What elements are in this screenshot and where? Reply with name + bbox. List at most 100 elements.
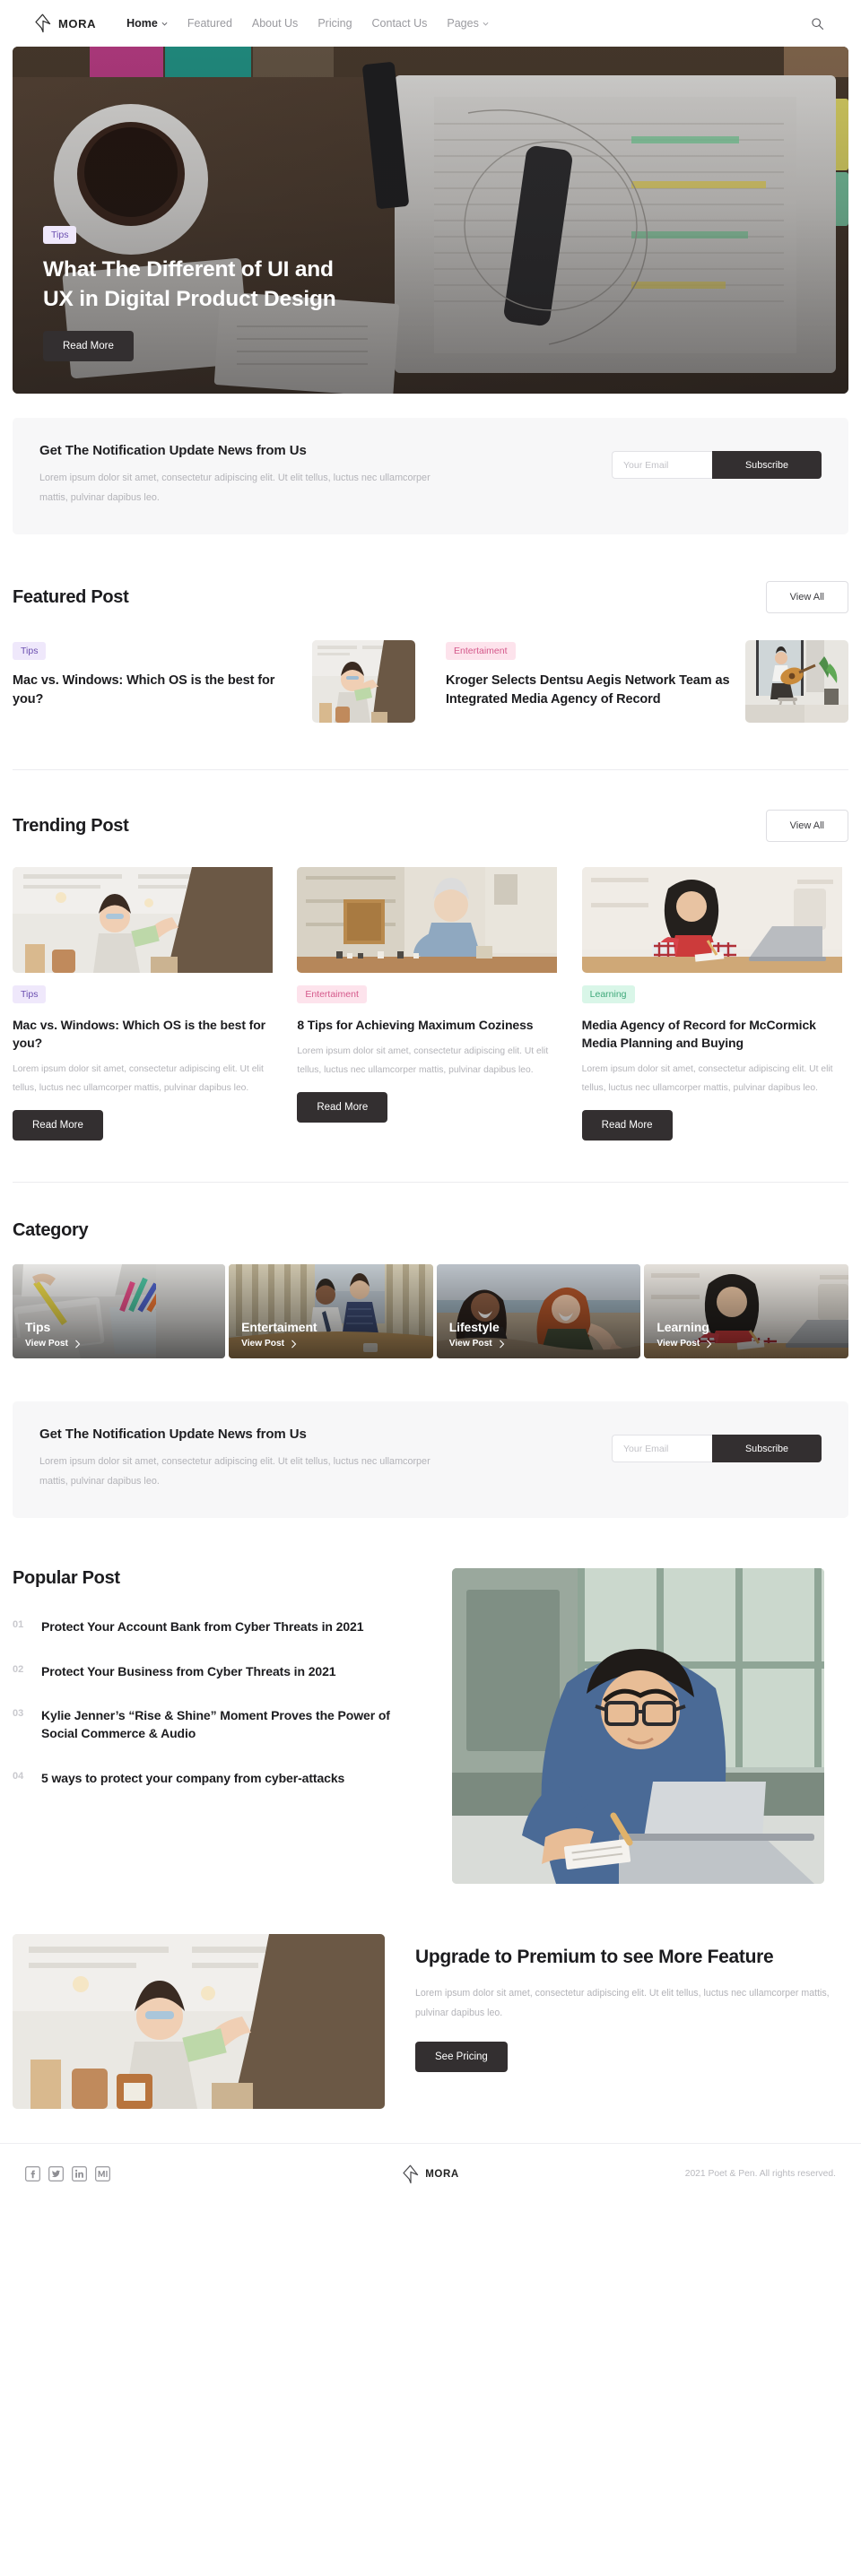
trending-card-thumbnail	[581, 867, 848, 974]
linkedin-icon[interactable]	[72, 2166, 87, 2182]
nav-item-home[interactable]: Home	[126, 17, 168, 30]
trending-card-badge[interactable]: Entertaiment	[297, 985, 367, 1004]
featured-view-all-button[interactable]: View All	[765, 581, 848, 614]
premium-upgrade-section: Upgrade to Premium to see More Feature L…	[0, 1934, 861, 2110]
popular-list-item[interactable]: 03 Kylie Jenner’s “Rise & Shine” Moment …	[13, 1706, 425, 1743]
category-view-post-link[interactable]: View Post	[25, 1339, 81, 1349]
category-card-name: Tips	[25, 1320, 51, 1335]
trending-card-badge[interactable]: Tips	[13, 985, 47, 1004]
footer-brand[interactable]: MORA	[294, 2164, 567, 2184]
trending-card-title: 8 Tips for Achieving Maximum Coziness	[297, 1018, 534, 1033]
featured-card-thumbnail	[312, 640, 415, 724]
featured-card-badge[interactable]: Tips	[13, 642, 47, 661]
popular-item-number: 01	[13, 1619, 24, 1631]
featured-post-card[interactable]: Entertaiment Kroger Selects Dentsu Aegis…	[446, 640, 848, 724]
category-card-tips[interactable]: Tips View Post	[13, 1264, 226, 1359]
category-view-post-label: View Post	[25, 1339, 68, 1349]
nav-item-contact-us-label: Contact Us	[371, 17, 428, 30]
brand-logo[interactable]: MORA	[34, 13, 96, 33]
hero-banner: Tips What The Different of UI and UX in …	[13, 47, 848, 394]
newsletter-description: Lorem ipsum dolor sit amet, consectetur …	[39, 1456, 430, 1487]
nav-links: Home Featured About Us Pricing Contact U…	[126, 17, 489, 30]
hero-category-badge[interactable]: Tips	[43, 226, 77, 245]
popular-item-title: Protect Your Business from Cyber Threats…	[41, 1663, 336, 1678]
popular-list-item[interactable]: 01 Protect Your Account Bank from Cyber …	[13, 1618, 425, 1635]
trending-card-thumbnail	[297, 867, 563, 974]
trending-read-more-button[interactable]: Read More	[297, 1092, 388, 1123]
popular-list-item[interactable]: 02 Protect Your Business from Cyber Thre…	[13, 1662, 425, 1680]
newsletter-title: Get The Notification Update News from Us	[39, 443, 307, 458]
woman-laptop-plaid-photo	[581, 867, 842, 974]
popular-item-number: 02	[13, 1663, 24, 1675]
popular-list-item[interactable]: 04 5 ways to protect your company from c…	[13, 1769, 425, 1787]
chevron-down-icon	[161, 22, 168, 26]
category-section-title: Category	[13, 1220, 89, 1241]
trending-view-all-button[interactable]: View All	[765, 810, 848, 843]
newsletter-description: Lorem ipsum dolor sit amet, consectetur …	[39, 473, 430, 503]
trending-post-card[interactable]: Entertaiment 8 Tips for Achieving Maximu…	[297, 867, 563, 1141]
trending-card-badge[interactable]: Learning	[581, 985, 635, 1004]
facebook-icon[interactable]	[25, 2166, 40, 2182]
category-view-post-label: View Post	[448, 1339, 492, 1349]
featured-card-text: Entertaiment Kroger Selects Dentsu Aegis…	[446, 640, 731, 708]
medium-icon[interactable]	[95, 2166, 110, 2182]
woman-shop-payment-photo	[13, 867, 273, 974]
featured-post-card[interactable]: Tips Mac vs. Windows: Which OS is the be…	[13, 640, 415, 724]
newsletter-section-top: Get The Notification Update News from Us…	[13, 418, 848, 535]
nav-item-pricing[interactable]: Pricing	[317, 17, 352, 30]
category-view-post-link[interactable]: View Post	[449, 1339, 505, 1349]
trending-section-title: Trending Post	[13, 815, 129, 836]
elderly-man-chess-photo	[297, 867, 558, 974]
category-card-lifestyle[interactable]: Lifestyle View Post	[436, 1264, 641, 1359]
trending-post-card[interactable]: Tips Mac vs. Windows: Which OS is the be…	[13, 867, 279, 1141]
featured-card-text: Tips Mac vs. Windows: Which OS is the be…	[13, 640, 298, 708]
category-view-post-label: View Post	[657, 1339, 700, 1349]
category-card-entertaiment[interactable]: Entertaiment View Post	[229, 1264, 433, 1359]
newsletter-subscribe-button[interactable]: Subscribe	[712, 1435, 822, 1463]
nav-item-contact-us[interactable]: Contact Us	[372, 17, 428, 30]
footer-social-links	[25, 2166, 294, 2182]
nav-item-about-us-label: About Us	[251, 17, 299, 30]
trending-card-description: Lorem ipsum dolor sit amet, consectetur …	[297, 1046, 549, 1075]
featured-card-badge[interactable]: Entertaiment	[446, 642, 516, 661]
popular-feature-image	[452, 1568, 824, 1885]
nav-item-pages-label: Pages	[447, 17, 479, 30]
premium-title: Upgrade to Premium to see More Feature	[415, 1947, 774, 1968]
man-glasses-laptop-notebook-photo	[452, 1568, 824, 1885]
newsletter-email-input[interactable]	[612, 451, 712, 479]
popular-item-number: 03	[13, 1707, 24, 1719]
trending-post-card[interactable]: Learning Media Agency of Record for McCo…	[581, 867, 848, 1141]
trending-read-more-button[interactable]: Read More	[13, 1110, 103, 1141]
trending-post-section: Trending Post View All Tips Mac vs. Wind…	[0, 810, 861, 1141]
trending-card-title: Mac vs. Windows: Which OS is the best fo…	[13, 1018, 266, 1051]
see-pricing-button[interactable]: See Pricing	[415, 2041, 508, 2072]
nav-item-home-label: Home	[126, 17, 158, 30]
popular-post-section: Popular Post 01 Protect Your Account Ban…	[0, 1568, 861, 1885]
trending-read-more-button[interactable]: Read More	[581, 1110, 673, 1141]
nav-item-about-us[interactable]: About Us	[252, 17, 298, 30]
featured-post-grid: Tips Mac vs. Windows: Which OS is the be…	[13, 640, 848, 724]
footer-copyright: 2021 Poet & Pen. All rights reserved.	[684, 2169, 836, 2180]
search-button[interactable]	[807, 13, 827, 33]
nav-item-featured[interactable]: Featured	[187, 17, 232, 30]
newsletter-form: Subscribe	[612, 451, 822, 479]
category-card-learning[interactable]: Learning View Post	[644, 1264, 848, 1359]
newsletter-text: Get The Notification Update News from Us…	[39, 443, 434, 507]
chevron-right-icon	[707, 1340, 712, 1349]
premium-image	[13, 1934, 385, 2110]
category-view-post-link[interactable]: View Post	[657, 1339, 712, 1349]
hero-read-more-button[interactable]: Read More	[43, 331, 134, 361]
featured-post-section: Featured Post View All Tips Mac vs. Wind…	[0, 581, 861, 724]
newsletter-email-input[interactable]	[612, 1435, 712, 1463]
twitter-icon[interactable]	[48, 2166, 64, 2182]
featured-card-title: Kroger Selects Dentsu Aegis Network Team…	[446, 673, 730, 707]
newsletter-subscribe-button[interactable]: Subscribe	[712, 451, 822, 479]
category-card-name: Lifestyle	[448, 1320, 500, 1335]
trending-header: Trending Post View All	[13, 810, 848, 843]
category-grid: Tips View Post Entertaiment View Post Li…	[13, 1264, 848, 1359]
nav-item-pages[interactable]: Pages	[447, 17, 489, 30]
category-view-post-link[interactable]: View Post	[241, 1339, 317, 1349]
popular-post-list: Popular Post 01 Protect Your Account Ban…	[13, 1568, 425, 1812]
popular-item-number: 04	[13, 1770, 24, 1782]
popular-section-title: Popular Post	[13, 1568, 120, 1589]
